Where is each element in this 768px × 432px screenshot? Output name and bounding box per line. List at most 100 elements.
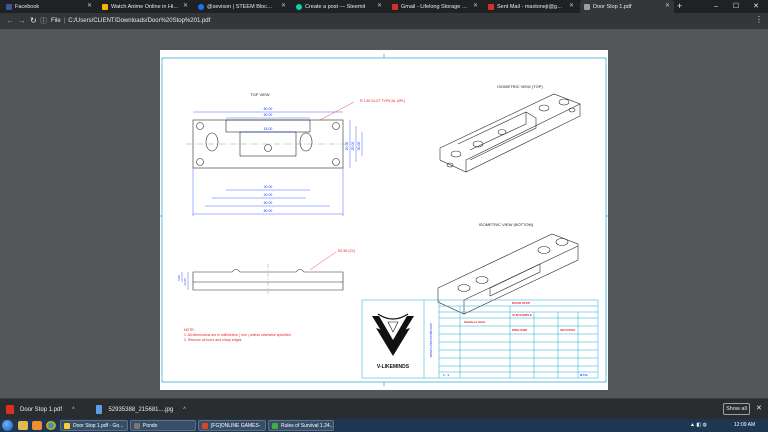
download-filename: 52935388_215681....jpg: [108, 406, 174, 413]
chevron-up-icon[interactable]: ^: [72, 407, 75, 413]
customer-code: VLM-SAMPLE: [512, 313, 532, 317]
app-icon: [134, 422, 140, 429]
maximize-button[interactable]: ☐: [726, 0, 746, 13]
taskbar-item-online-games[interactable]: [FG]ONLINE GAMES-: [198, 420, 266, 431]
technical-drawing: TOP VIEW 80.00 60.00 18.00 30.00 40.00 6…: [160, 54, 608, 386]
address-bar[interactable]: ⓘ File | C:/Users/CLIENT/Downloads/Door%…: [40, 15, 740, 27]
pdf-viewer[interactable]: TOP VIEW 80.00 60.00 18.00 30.00 40.00 6…: [0, 29, 768, 398]
sheet-scale: 1 : 1: [443, 373, 449, 377]
tab-door-stop-pdf[interactable]: Door Stop 1.pdf ✕: [580, 0, 674, 13]
drawing-title: DOOR STOP: [512, 301, 530, 305]
url-scheme: File: [51, 18, 61, 24]
windows-taskbar: Door Stop 1.pdf - Go... Pondo [FG]ONLINE…: [0, 419, 768, 432]
browser-toolbar: ← → ↻ ⓘ File | C:/Users/CLIENT/Downloads…: [0, 13, 768, 29]
clock: 12:09 AM: [734, 422, 756, 428]
tab-close-icon[interactable]: ✕: [377, 2, 382, 9]
tab-close-icon[interactable]: ✕: [473, 2, 478, 9]
info-icon[interactable]: ⓘ: [40, 16, 47, 26]
document-favicon-icon: [584, 3, 590, 10]
brand-name: V-LIKEMINDS: [377, 364, 410, 370]
forward-button[interactable]: →: [18, 15, 26, 27]
tab-title: Create a post — Steemit: [305, 3, 366, 10]
taskbar-item-rules-of-survival[interactable]: Rules of Survival 1.24...: [268, 420, 334, 431]
tab-steem-explorer[interactable]: @sevison | STEEM Block Explorer ✕: [194, 0, 290, 13]
dim-label: 5.00: [177, 275, 181, 281]
download-item-jpg[interactable]: 52935388_215681....jpg ^: [96, 403, 186, 416]
tab-gmail-sent[interactable]: Sent Mail - maxtoneji@gmail.co... ✕: [484, 0, 578, 13]
dim-label: 40.00: [264, 193, 273, 197]
tab-title: Door Stop 1.pdf: [593, 3, 632, 10]
dim-label: 30.00: [264, 185, 273, 189]
new-tab-icon[interactable]: +: [677, 1, 682, 11]
back-button[interactable]: ←: [6, 15, 14, 27]
pdf-page: TOP VIEW 80.00 60.00 18.00 30.00 40.00 6…: [160, 50, 608, 390]
download-filename: Door Stop 1.pdf: [20, 406, 63, 413]
chrome-icon[interactable]: [46, 421, 56, 430]
dim-label: 12.00: [183, 278, 187, 286]
chevron-up-icon[interactable]: ^: [183, 407, 186, 413]
side-callout: R2.50 (2X): [338, 249, 355, 253]
tab-close-icon[interactable]: ✕: [569, 2, 574, 9]
tray-icons[interactable]: ▲ ◧ ◍: [690, 422, 707, 428]
gmail-favicon-icon: [488, 3, 494, 10]
dim-label: 20.00: [345, 142, 349, 151]
tab-title: Gmail - Lifelong Storage at Email: [401, 3, 469, 10]
top-view-title: TOP VIEW: [250, 92, 270, 97]
tab-title: Sent Mail - maxtoneji@gmail.co...: [497, 3, 565, 10]
dim-label: 80.00: [264, 107, 273, 111]
close-downloads-icon[interactable]: ✕: [756, 404, 762, 412]
minimize-button[interactable]: –: [706, 0, 726, 13]
taskbar-item-pondo[interactable]: Pondo: [130, 420, 196, 431]
note-line: 2. Remove all burrs and sharp edges.: [184, 338, 242, 342]
dim-label: 25.00: [351, 142, 355, 151]
scale-note: N.T.S.: [580, 373, 588, 377]
taskbar-item-chrome[interactable]: Door Stop 1.pdf - Go...: [60, 420, 128, 431]
download-item-pdf[interactable]: Door Stop 1.pdf ^: [6, 403, 86, 416]
tab-close-icon[interactable]: ✕: [665, 2, 670, 9]
tab-close-icon[interactable]: ✕: [281, 2, 286, 9]
reload-button[interactable]: ↻: [30, 15, 37, 27]
tab-title: Facebook: [15, 3, 40, 10]
task-label: Pondo: [143, 422, 158, 429]
drawing-date: 03/17/2019: [560, 328, 575, 332]
tab-steemit-post[interactable]: Create a post — Steemit ✕: [292, 0, 386, 13]
tab-anime[interactable]: Watch Anime Online in High Qu... ✕: [98, 0, 192, 13]
dim-label: 60.00: [264, 201, 273, 205]
browser-menu-icon[interactable]: ⋮: [755, 15, 763, 24]
isometric-view-bottom: [437, 233, 579, 315]
tab-facebook[interactable]: Facebook ✕: [2, 0, 96, 13]
tab-close-icon[interactable]: ✕: [87, 2, 92, 9]
top-view-dimensions: [192, 111, 363, 216]
show-all-downloads-button[interactable]: Show all: [723, 403, 750, 415]
task-label: Rules of Survival 1.24...: [281, 422, 334, 429]
tab-title: @sevison | STEEM Block Explorer: [207, 3, 275, 10]
tab-gmail[interactable]: Gmail - Lifelong Storage at Email ✕: [388, 0, 482, 13]
slot-note: R 1.50 SLOT TYPICAL (4PL): [360, 99, 405, 103]
website-text: www.v-likeminds.com: [429, 323, 433, 357]
image-file-icon: [96, 405, 103, 414]
tab-strip: Facebook ✕ Watch Anime Online in High Qu…: [0, 0, 768, 13]
drawing-number: DWG-0038: [512, 328, 527, 332]
pdf-file-icon: [6, 405, 14, 414]
gmail-favicon-icon: [392, 3, 398, 10]
steemit-favicon-icon: [296, 3, 302, 10]
downloads-bar: Door Stop 1.pdf ^ 52935388_215681....jpg…: [0, 398, 768, 420]
url-text: C:/Users/CLIENT/Downloads/Door%20Stop%20…: [68, 18, 211, 24]
material-text: Stainless Steel: [464, 320, 485, 324]
start-button[interactable]: [2, 420, 13, 431]
iso-bottom-title: ISOMETRIC VIEW (BOTTOM): [479, 222, 534, 227]
close-window-button[interactable]: ✕: [746, 0, 766, 13]
chrome-icon: [64, 422, 70, 429]
task-label: [FG]ONLINE GAMES-: [211, 422, 261, 429]
isometric-view-top: [439, 93, 581, 173]
tab-close-icon[interactable]: ✕: [183, 2, 188, 9]
media-player-icon[interactable]: [32, 421, 42, 430]
task-label: Door Stop 1.pdf - Go...: [73, 422, 124, 429]
iso-top-title: ISOMETRIC VIEW (TOP): [497, 84, 543, 89]
url-separator: |: [63, 18, 66, 24]
explorer-icon[interactable]: [18, 421, 28, 430]
dim-label: 80.00: [264, 209, 273, 213]
anime-favicon-icon: [102, 3, 108, 10]
v-likeminds-logo: [372, 313, 414, 356]
dim-label: 30.00: [357, 142, 361, 151]
